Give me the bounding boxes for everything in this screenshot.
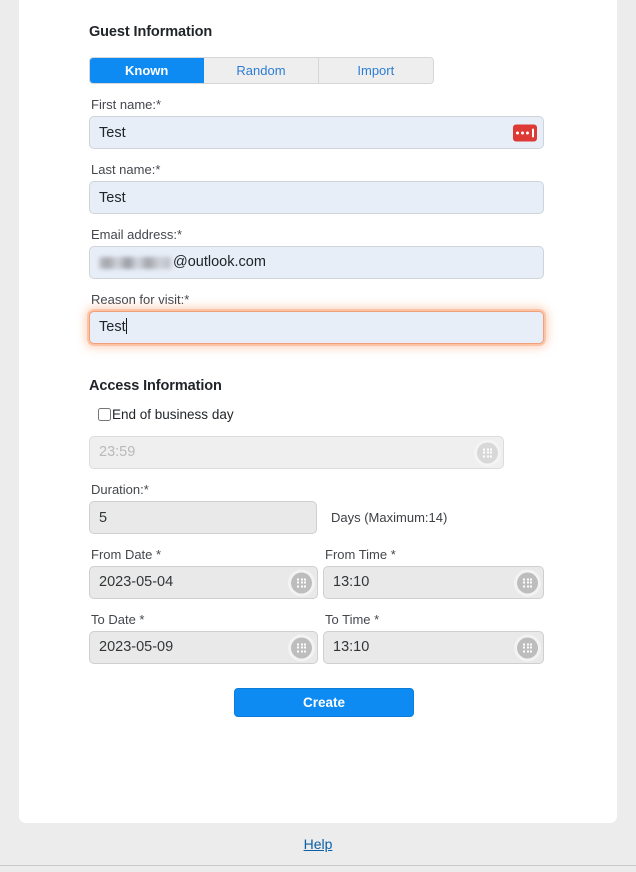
to-time-input[interactable]: 13:10 xyxy=(323,631,544,664)
calendar-picker-icon-from-time[interactable] xyxy=(517,572,538,593)
to-time-field-wrap: 13:10 xyxy=(323,631,544,664)
to-date-label: To Date * xyxy=(91,612,318,627)
duration-input[interactable] xyxy=(89,501,317,534)
to-date-field-wrap: 2023-05-09 xyxy=(89,631,318,664)
calendar-picker-icon-eob xyxy=(477,442,498,463)
form-card: Guest Information Known Random Import Fi… xyxy=(19,0,617,823)
end-of-business-day-checkbox[interactable] xyxy=(98,408,111,421)
to-date-input[interactable]: 2023-05-09 xyxy=(89,631,318,664)
first-name-input[interactable] xyxy=(89,116,544,149)
from-time-field-wrap: 13:10 xyxy=(323,566,544,599)
page-footer: Help xyxy=(0,823,636,865)
to-time-value: 13:10 xyxy=(333,639,369,655)
from-date-value: 2023-05-04 xyxy=(99,574,173,590)
text-caret xyxy=(126,318,127,334)
email-label: Email address:* xyxy=(91,227,559,242)
from-time-label: From Time * xyxy=(325,547,544,562)
access-information-heading: Access Information xyxy=(89,378,559,394)
to-date-time-row: To Date * To Time * 2023-05-09 13:10 xyxy=(89,599,559,664)
redacted-email-prefix xyxy=(99,257,171,269)
guest-information-heading: Guest Information xyxy=(89,24,559,40)
duration-row: Days (Maximum:14) xyxy=(89,501,559,534)
to-time-label: To Time * xyxy=(325,612,544,627)
email-domain-text: @outlook.com xyxy=(173,247,266,278)
help-link[interactable]: Help xyxy=(304,836,333,852)
from-date-label: From Date * xyxy=(91,547,318,562)
last-name-field-wrap xyxy=(89,181,544,214)
email-input[interactable]: @outlook.com xyxy=(89,246,544,279)
calendar-picker-icon-to-date[interactable] xyxy=(291,637,312,658)
tab-known[interactable]: Known xyxy=(90,58,204,83)
duration-unit-text: Days (Maximum:14) xyxy=(331,510,447,525)
eob-time-value: 23:59 xyxy=(99,444,135,460)
calendar-picker-icon-to-time[interactable] xyxy=(517,637,538,658)
first-name-field-wrap xyxy=(89,116,544,149)
to-date-value: 2023-05-09 xyxy=(99,639,173,655)
from-time-value: 13:10 xyxy=(333,574,369,590)
reason-for-visit-input[interactable]: Test xyxy=(89,311,544,344)
guest-type-tabs: Known Random Import xyxy=(89,57,434,84)
email-field-wrap: @outlook.com xyxy=(89,246,544,279)
eob-time-input: 23:59 xyxy=(89,436,504,469)
tab-random[interactable]: Random xyxy=(204,58,318,83)
reason-for-visit-label: Reason for visit:* xyxy=(91,292,559,307)
form-content: Guest Information Known Random Import Fi… xyxy=(89,0,559,717)
last-name-label: Last name:* xyxy=(91,162,559,177)
calendar-picker-icon-from-date[interactable] xyxy=(291,572,312,593)
tab-import[interactable]: Import xyxy=(319,58,433,83)
end-of-business-day-row: End of business day xyxy=(98,407,559,422)
from-date-time-row: From Date * From Time * 2023-05-04 13:10 xyxy=(89,534,559,599)
footer-divider xyxy=(0,865,636,866)
from-date-input[interactable]: 2023-05-04 xyxy=(89,566,318,599)
last-name-input[interactable] xyxy=(89,181,544,214)
from-time-input[interactable]: 13:10 xyxy=(323,566,544,599)
end-of-business-day-label: End of business day xyxy=(112,407,234,422)
create-button[interactable]: Create xyxy=(234,688,414,717)
password-manager-icon[interactable] xyxy=(513,124,537,141)
reason-field-wrap: Test xyxy=(89,311,544,344)
first-name-label: First name:* xyxy=(91,97,559,112)
eob-time-field-wrap: 23:59 xyxy=(89,436,504,469)
duration-label: Duration:* xyxy=(91,482,559,497)
from-date-field-wrap: 2023-05-04 xyxy=(89,566,318,599)
reason-value-text: Test xyxy=(99,319,126,335)
